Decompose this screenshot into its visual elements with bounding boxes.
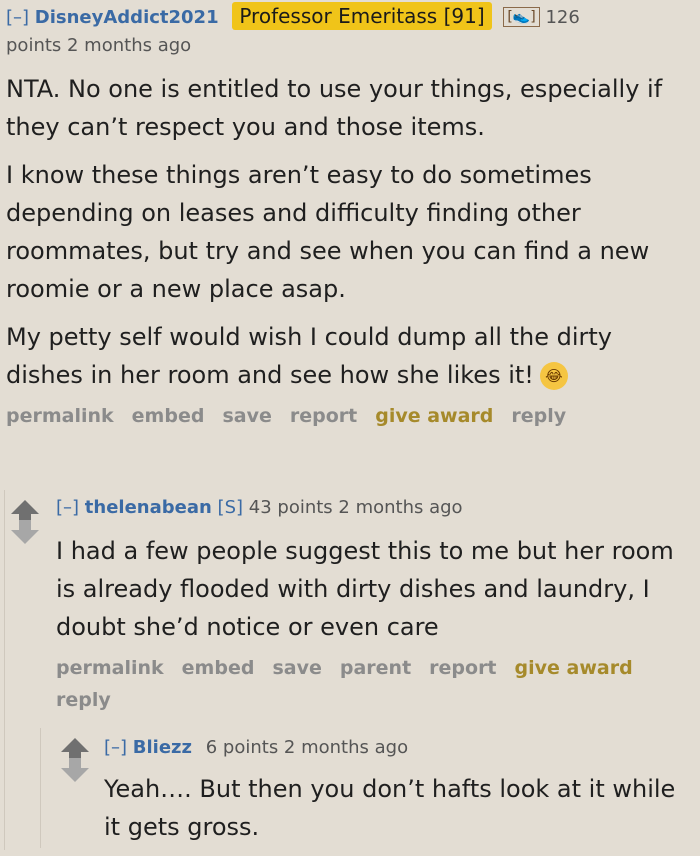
comment-body: Yeah…. But then you don’t hafts look at … <box>104 770 694 846</box>
parent-link[interactable]: parent <box>340 657 411 679</box>
permalink-link[interactable]: permalink <box>56 657 164 679</box>
give-award-link[interactable]: give award <box>375 405 493 427</box>
reply-link[interactable]: reply <box>56 689 111 711</box>
report-link[interactable]: report <box>429 657 496 679</box>
downvote-arrow-icon[interactable] <box>61 758 89 782</box>
collapse-toggle[interactable]: [–] <box>56 497 79 518</box>
thread-line <box>4 490 5 850</box>
points-time: 43 points 2 months ago <box>248 497 463 518</box>
save-link[interactable]: save <box>272 657 321 679</box>
paragraph: I know these things aren’t easy to do so… <box>6 161 650 303</box>
paragraph: My petty self would wish I could dump al… <box>6 318 696 394</box>
comment-tagline: [–] thelenabean [S] 43 points 2 months a… <box>56 494 686 522</box>
reply-link[interactable]: reply <box>511 405 566 427</box>
embed-link[interactable]: embed <box>182 657 255 679</box>
vote-arrows <box>60 738 90 782</box>
give-award-link[interactable]: give award <box>515 657 633 679</box>
comment-body: NTA. No one is entitled to use your thin… <box>6 70 696 394</box>
points-count: 126 <box>545 7 580 28</box>
report-link[interactable]: report <box>290 405 357 427</box>
save-link[interactable]: save <box>222 405 271 427</box>
thread-line <box>40 728 41 848</box>
comment-tagline: [–] Bliezz 6 points 2 months ago <box>104 734 694 762</box>
downvote-arrow-icon[interactable] <box>11 520 39 544</box>
author-link[interactable]: thelenabean <box>85 497 212 518</box>
points-time: 6 points 2 months ago <box>205 737 409 758</box>
collapse-toggle[interactable]: [–] <box>104 737 127 758</box>
comment-thelenabean: [–] thelenabean [S] 43 points 2 months a… <box>56 494 686 716</box>
paragraph: Yeah…. But then you don’t hafts look at … <box>104 775 676 841</box>
upvote-arrow-icon[interactable] <box>11 500 39 524</box>
laughing-emoji-icon: 😂 <box>539 362 568 390</box>
permalink-link[interactable]: permalink <box>6 405 114 427</box>
comment-tagline: [–] DisneyAddict2021 Professor Emeritass… <box>6 2 696 60</box>
comment-body: I had a few people suggest this to me bu… <box>56 532 686 646</box>
gilding-icon: [👟] <box>503 7 540 27</box>
paragraph-text: My petty self would wish I could dump al… <box>6 323 612 389</box>
comment-bliezz: [–] Bliezz 6 points 2 months ago Yeah…. … <box>104 734 694 856</box>
vote-arrows <box>10 500 40 544</box>
upvote-arrow-icon[interactable] <box>61 738 89 762</box>
author-link[interactable]: Bliezz <box>133 737 192 758</box>
embed-link[interactable]: embed <box>132 405 205 427</box>
paragraph: NTA. No one is entitled to use your thin… <box>6 75 663 141</box>
comment-actions: permalink embed save report give award reply <box>6 400 696 432</box>
author-link[interactable]: DisneyAddict2021 <box>35 7 219 28</box>
submitter-tag: [S] <box>217 497 244 518</box>
points-time: points 2 months ago <box>6 35 192 56</box>
user-flair: Professor Emeritass [91] <box>232 2 492 30</box>
comment-disneyaddict: [–] DisneyAddict2021 Professor Emeritass… <box>6 2 696 432</box>
collapse-toggle[interactable]: [–] <box>6 7 29 28</box>
comment-actions: permalink embed save parent report give award… <box>56 652 676 716</box>
paragraph: I had a few people suggest this to me bu… <box>56 537 674 641</box>
